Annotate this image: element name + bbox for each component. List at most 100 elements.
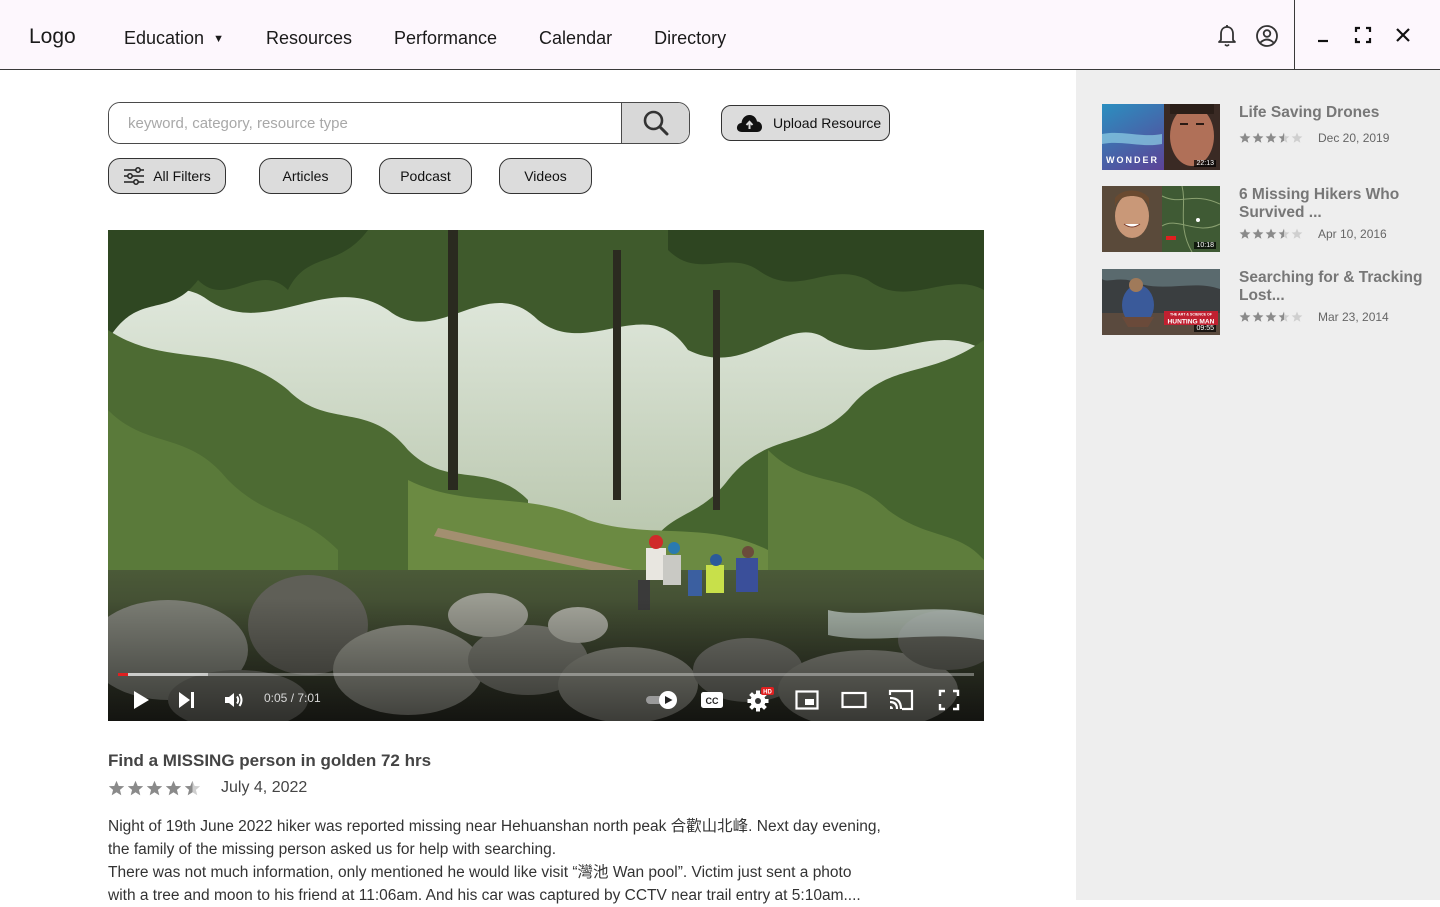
star-half-icon [1278,132,1290,143]
related-videos-sidebar: WONDER 22:13 Life Saving Drones Dec 20, … [1076,70,1440,900]
nav-item-label: Education [124,28,205,48]
top-bar: Logo Education ▼ Resources Performance C… [0,0,1440,70]
related-video-meta: Dec 20, 2019 [1239,131,1389,145]
star-full-icon [1239,311,1251,322]
main-content: Upload Resource All Filters Articles Pod… [0,70,1076,904]
bell-icon[interactable] [1214,23,1240,49]
nav-item-education[interactable]: Education ▼ [124,28,224,49]
star-rating [1239,132,1304,144]
all-filters-button[interactable]: All Filters [108,158,226,194]
filter-chip-podcast[interactable]: Podcast [379,158,472,194]
star-full-icon [165,780,182,795]
played-bar [118,673,129,676]
video-thumbnail: 10:18 [1102,186,1220,252]
search-button[interactable] [621,103,689,143]
svg-text:CC: CC [706,696,719,706]
star-full-icon [1265,132,1277,143]
video-meta: July 4, 2022 [108,779,307,797]
captions-icon[interactable]: CC [697,685,727,715]
star-half-icon [1278,228,1290,239]
video-title: Find a MISSING person in golden 72 hrs [108,751,432,770]
nav-item-label: Performance [394,28,498,48]
buffered-bar [118,673,208,676]
nav-item-label: Directory [654,28,727,48]
svg-text:THE ART & SCIENCE OF: THE ART & SCIENCE OF [1170,313,1213,317]
nav-item-resources[interactable]: Resources [266,28,352,49]
star-rating [108,780,203,797]
video-date: July 4, 2022 [221,779,308,796]
search-icon [643,110,668,136]
description-line: with a tree and moon to his friend at 11… [108,887,861,904]
video-thumbnail: THE ART & SCIENCE OF HUNTING MAN 09:55 [1102,269,1220,335]
star-full-icon [1265,228,1277,239]
video-description: Night of 19th June 2022 hiker was report… [108,815,928,907]
nav-item-directory[interactable]: Directory [654,28,726,49]
star-full-icon [108,780,125,795]
star-rating [1239,311,1304,323]
nav-item-label: Resources [265,28,352,48]
upload-label: Upload Resource [773,115,882,131]
related-video-title: Life Saving Drones [1239,104,1380,121]
related-video-item[interactable]: 10:18 6 Missing Hikers Who Survived ... … [1102,186,1432,252]
nav-item-calendar[interactable]: Calendar [539,28,612,49]
fullscreen-icon[interactable] [934,685,964,715]
star-full-icon [1252,132,1264,143]
star-empty-icon [1291,311,1303,322]
related-video-date: Dec 20, 2019 [1318,131,1390,145]
cast-icon[interactable] [886,685,916,715]
description-line: the family of the missing person asked u… [108,841,557,858]
star-full-icon [1239,228,1251,239]
related-video-meta: Apr 10, 2016 [1239,227,1387,241]
description-line: Night of 19th June 2022 hiker was report… [108,818,881,835]
related-video-item[interactable]: THE ART & SCIENCE OF HUNTING MAN 09:55 S… [1102,269,1432,335]
star-full-icon [1239,132,1251,143]
chip-label: Videos [524,168,567,184]
main-nav: Education ▼ Resources Performance Calend… [124,28,768,49]
logo[interactable]: Logo [29,25,76,49]
related-video-date: Apr 10, 2016 [1318,227,1387,241]
time-display: 0:05 / 7:01 [264,691,321,705]
search-bar [108,102,690,144]
related-video-meta: Mar 23, 2014 [1239,310,1389,324]
related-video-title: 6 Missing Hikers Who Survived ... [1239,186,1400,221]
description-line: There was not much information, only men… [108,864,852,881]
star-empty-icon [1291,228,1303,239]
settings-icon[interactable]: HD [745,685,775,715]
search-input[interactable] [109,103,621,143]
play-icon[interactable] [126,685,156,715]
progress-bar[interactable] [118,673,974,676]
star-half-icon [184,780,201,795]
filter-chip-videos[interactable]: Videos [499,158,592,194]
video-player[interactable]: 0:05 / 7:01 CC HD [108,230,984,721]
star-rating [1239,228,1304,240]
star-full-icon [146,780,163,795]
chevron-down-icon: ▼ [213,32,224,45]
upload-resource-button[interactable]: Upload Resource [721,105,890,141]
duration-badge: 10:18 [1194,242,1216,249]
sliders-icon [124,167,145,185]
filter-chip-articles[interactable]: Articles [259,158,352,194]
related-video-date: Mar 23, 2014 [1318,310,1389,324]
related-video-title: Searching for & Tracking Lost... [1239,269,1423,304]
nav-item-label: Calendar [539,28,613,48]
nav-item-performance[interactable]: Performance [394,28,497,49]
star-half-icon [1278,311,1290,322]
star-full-icon [127,780,144,795]
chip-label: Articles [282,168,329,184]
volume-icon[interactable] [219,685,249,715]
svg-text:HD: HD [763,690,772,696]
chip-label: All Filters [153,168,211,184]
theater-mode-icon[interactable] [839,685,869,715]
star-full-icon [1265,311,1277,322]
maximize-icon[interactable] [1350,22,1376,48]
close-icon[interactable] [1390,22,1416,48]
autoplay-toggle-icon[interactable] [644,685,680,715]
duration-badge: 09:55 [1194,325,1216,332]
account-circle-icon[interactable] [1254,23,1280,49]
miniplayer-icon[interactable] [792,685,822,715]
next-icon[interactable] [172,685,202,715]
cloud-upload-icon [736,115,762,132]
divider [1294,0,1295,70]
related-video-item[interactable]: WONDER 22:13 Life Saving Drones Dec 20, … [1102,104,1432,170]
minimize-icon[interactable] [1310,22,1336,48]
